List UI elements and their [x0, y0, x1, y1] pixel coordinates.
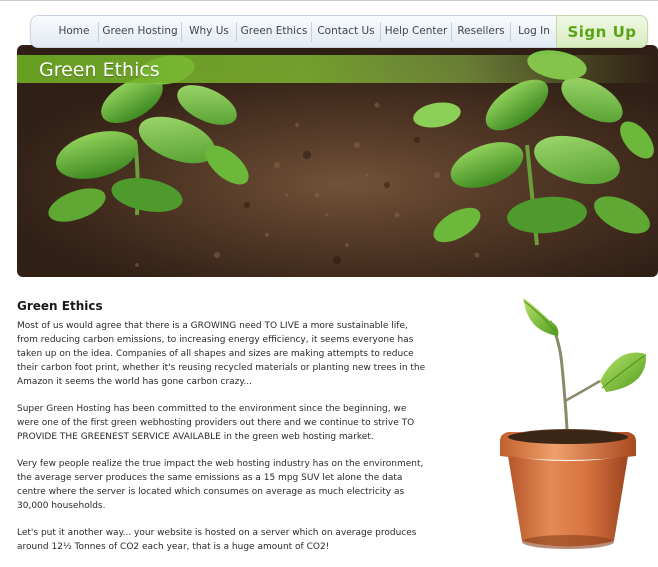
sign-up-button[interactable]: Sign Up — [556, 15, 648, 48]
nav-contact-us[interactable]: Contact Us — [312, 16, 380, 47]
main-nav: Home Green Hosting Why Us Green Ethics C… — [30, 15, 648, 48]
hero-title: Green Ethics — [39, 59, 160, 81]
potted-plant-image — [500, 298, 647, 549]
nav-help-center[interactable]: Help Center — [381, 16, 451, 47]
nav-log-in[interactable]: Log In — [511, 16, 557, 47]
nav-why-us[interactable]: Why Us — [182, 16, 236, 47]
nav-resellers[interactable]: Resellers — [452, 16, 510, 47]
page-top-border — [0, 0, 658, 9]
content-paragraph: Let's put it another way... your website… — [17, 528, 417, 552]
nav-home[interactable]: Home — [51, 16, 97, 47]
nav-green-hosting[interactable]: Green Hosting — [99, 16, 181, 47]
main-content: Green Ethics Most of us would agree that… — [17, 299, 427, 567]
hero-banner-image: Green Ethics — [17, 45, 658, 277]
page-heading: Green Ethics — [17, 299, 103, 313]
nav-green-ethics[interactable]: Green Ethics — [237, 16, 311, 47]
content-paragraph: Super Green Hosting has been committed t… — [17, 404, 415, 442]
content-paragraph: Very few people realize the true impact … — [17, 459, 424, 511]
content-paragraph: Most of us would agree that there is a G… — [17, 321, 426, 387]
